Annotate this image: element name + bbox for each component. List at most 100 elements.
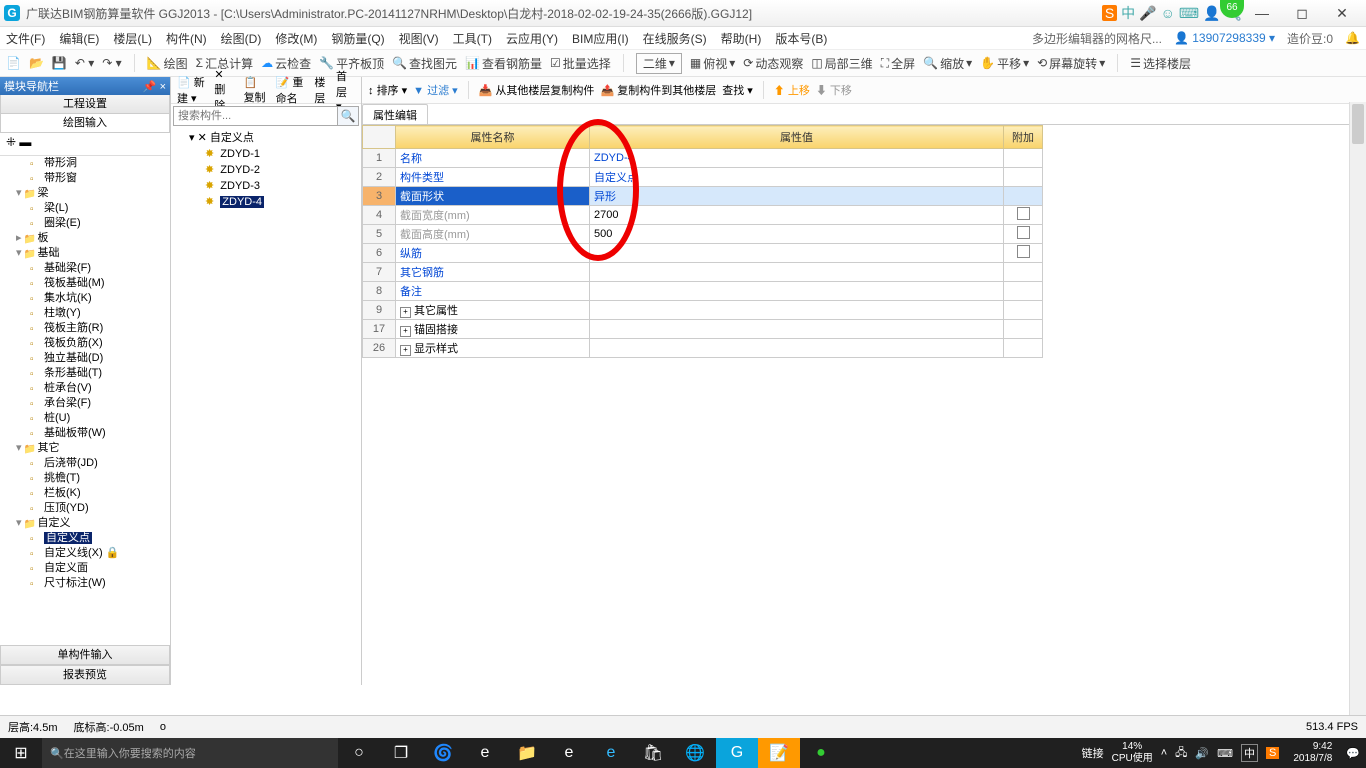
filter-button[interactable]: ▼ 过滤 ▾ [413,82,458,98]
tree-node[interactable]: ▫条形基础(T) [16,366,170,381]
table-row[interactable]: 1名称ZDYD-4 [363,149,1043,168]
tree-node[interactable]: 📁梁 [16,186,170,201]
find-button[interactable]: 查找 ▾ [722,82,753,98]
menu-tool[interactable]: 工具(T) [453,30,492,47]
draw-button[interactable]: 📐 绘图 [147,55,188,72]
redo-icon[interactable]: ↷ ▾ [102,56,121,70]
sort-button[interactable]: ↕ 排序 ▾ [368,82,407,98]
start-button[interactable]: ⊞ [0,738,42,768]
tab-report-preview[interactable]: 报表预览 [0,665,170,685]
tree-node[interactable]: ▫压顶(YD) [16,501,170,516]
menu-cloud[interactable]: 云应用(Y) [506,30,558,47]
ime-emoji[interactable]: ☺ [1161,5,1175,21]
tree-toggles[interactable]: ⁜ ▬ [0,133,170,156]
instance-item[interactable]: ✸ ZDYD-4 [205,194,359,210]
link-label[interactable]: 链接 [1082,745,1104,761]
zoom-button[interactable]: 🔍 缩放 ▾ [923,55,972,72]
app1-icon[interactable]: 🌀 [422,738,464,768]
tree-node[interactable]: ▫桩(U) [16,411,170,426]
ime-zh[interactable]: 中 [1121,3,1135,23]
pan-button[interactable]: ✋ 平移 ▾ [980,55,1029,72]
pin-icon[interactable]: 📌 × [143,80,166,93]
tree-node[interactable]: ▫独立基础(D) [16,351,170,366]
instance-tree[interactable]: ▾ ✕ 自定义点 ✸ ZDYD-1✸ ZDYD-2✸ ZDYD-3✸ ZDYD-… [171,128,361,685]
note-icon[interactable]: 📝 [758,738,800,768]
open-icon[interactable]: 📂 [29,56,44,70]
find-element-button[interactable]: 🔍 查找图元 [392,55,457,72]
copy-mid-button[interactable]: 📋 复制 [244,76,268,105]
tree-node[interactable]: ▫筏板负筋(X) [16,336,170,351]
menu-component[interactable]: 构件(N) [166,30,207,47]
volume-icon[interactable]: 🔊 [1195,747,1209,760]
rename-button[interactable]: 📝 重命名 [276,74,307,106]
table-row[interactable]: 17+锚固搭接 [363,320,1043,339]
tab-property-edit[interactable]: 属性编辑 [362,104,428,124]
explorer-icon[interactable]: 📁 [506,738,548,768]
bell-icon[interactable]: 🔔 [1345,31,1360,45]
menu-draw[interactable]: 绘图(D) [221,30,262,47]
sogou-tray-icon[interactable]: S [1266,747,1279,759]
tray-up-icon[interactable]: ˄ [1161,747,1167,759]
ime-user[interactable]: 👤 [1203,5,1220,22]
tree-node[interactable]: ▫栏板(K) [16,486,170,501]
tree-node[interactable]: ▫带形窗 [16,171,170,186]
top-view-button[interactable]: ▦ 俯视 ▾ [690,55,735,72]
tree-node[interactable]: ▫挑檐(T) [16,471,170,486]
browser-icon[interactable]: 🌐 [674,738,716,768]
taskbar-search[interactable]: 🔍 在这里输入你要搜索的内容 [42,738,338,768]
component-tree[interactable]: ▫带形洞▫带形窗📁梁▫梁(L)▫圈梁(E)📁板📁基础▫基础梁(F)▫筏板基础(M… [0,156,170,645]
tree-node[interactable]: ▫筏板基础(M) [16,276,170,291]
menu-modify[interactable]: 修改(M) [275,30,317,47]
tree-node[interactable]: ▫自定义面 [16,561,170,576]
tree-node[interactable]: ▫桩承台(V) [16,381,170,396]
menu-rebar[interactable]: 钢筋量(Q) [331,30,384,47]
tree-node[interactable]: ▫圈梁(E) [16,216,170,231]
table-row[interactable]: 26+显示样式 [363,339,1043,358]
table-row[interactable]: 9+其它属性 [363,301,1043,320]
tree-node[interactable]: ▫柱墩(Y) [16,306,170,321]
notification-icon[interactable]: 💬 [1346,747,1360,760]
new-file-icon[interactable]: 📄 [6,56,21,70]
table-row[interactable]: 8备注 [363,282,1043,301]
tree-node[interactable]: 📁基础 [16,246,170,261]
move-up-button[interactable]: ⬆ 上移 [774,82,810,98]
save-icon[interactable]: 💾 [52,56,67,70]
maximize-button[interactable]: ◻ [1282,5,1322,22]
menu-view[interactable]: 视图(V) [399,30,439,47]
search-input[interactable] [174,107,337,125]
table-row[interactable]: 7其它钢筋 [363,263,1043,282]
tree-node[interactable]: ▫后浇带(JD) [16,456,170,471]
store-icon[interactable]: 🛍 [632,738,674,768]
table-row[interactable]: 6纵筋 [363,244,1043,263]
minimize-button[interactable]: — [1242,5,1282,21]
taskview-icon[interactable]: ❐ [380,738,422,768]
edge-icon[interactable]: e [464,738,506,768]
copy-to-floor-button[interactable]: 📤 复制构件到其他楼层 [600,82,716,98]
tree-collapse-icon[interactable]: ▾ [189,132,195,144]
tab-single-input[interactable]: 单构件输入 [0,645,170,665]
table-row[interactable]: 4截面宽度(mm)2700 [363,206,1043,225]
local-3d-button[interactable]: ◫ 局部三维 [811,55,872,72]
fullscreen-button[interactable]: ⛶ 全屏 [881,55,915,72]
tree-node[interactable]: 📁其它 [16,441,170,456]
tree-node[interactable]: 📁板 [16,231,170,246]
clock[interactable]: 9:422018/7/8 [1287,741,1338,765]
tree-node[interactable]: ▫承台梁(F) [16,396,170,411]
cpu-meter[interactable]: 14%CPU使用 [1112,741,1153,765]
menu-version[interactable]: 版本号(B) [775,30,827,47]
ime-lang[interactable]: 中 [1241,744,1258,762]
menu-file[interactable]: 文件(F) [6,30,45,47]
ime-kb[interactable]: ⌨ [1179,5,1199,22]
edge2-icon[interactable]: e [548,738,590,768]
close-button[interactable]: ✕ [1322,5,1362,22]
tree-node[interactable]: ▫带形洞 [16,156,170,171]
table-row[interactable]: 5截面高度(mm)500 [363,225,1043,244]
ie-icon[interactable]: e [590,738,632,768]
ime-tray-icon[interactable]: ⌨ [1217,747,1233,760]
tree-node[interactable]: 📁自定义 [16,516,170,531]
tree-node[interactable]: ▫梁(L) [16,201,170,216]
table-row[interactable]: 3截面形状异形 [363,187,1043,206]
undo-icon[interactable]: ↶ ▾ [75,56,94,70]
tree-node[interactable]: ▫基础梁(F) [16,261,170,276]
move-down-button[interactable]: ⬇ 下移 [816,82,852,98]
